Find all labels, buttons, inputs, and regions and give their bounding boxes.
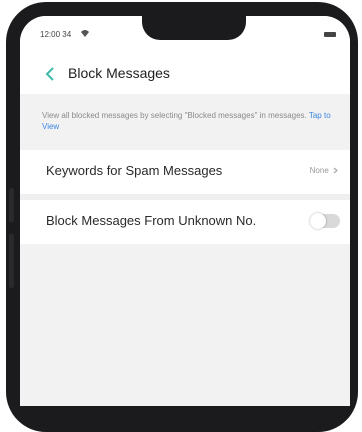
volume-down-button <box>9 234 14 288</box>
info-text: View all blocked messages by selecting "… <box>42 110 340 132</box>
back-arrow-icon[interactable] <box>44 67 56 81</box>
info-block: View all blocked messages by selecting "… <box>20 100 350 150</box>
screen: 12:00 34 Block Messages View all blocked… <box>20 16 350 406</box>
phone-frame: 12:00 34 Block Messages View all blocked… <box>6 2 358 432</box>
header: Block Messages <box>20 52 350 94</box>
battery-icon <box>324 32 336 37</box>
toggle-knob <box>310 213 326 229</box>
chevron-right-icon <box>333 167 338 174</box>
page-title: Block Messages <box>68 65 170 81</box>
keywords-spam-label: Keywords for Spam Messages <box>46 163 223 178</box>
info-description: View all blocked messages by selecting "… <box>42 111 307 120</box>
block-unknown-toggle[interactable] <box>310 213 340 229</box>
block-unknown-row[interactable]: Block Messages From Unknown No. <box>20 200 350 244</box>
status-time: 12:00 34 <box>40 30 72 39</box>
block-unknown-label: Block Messages From Unknown No. <box>46 213 257 228</box>
wifi-icon <box>81 30 89 37</box>
keywords-value-text: None <box>309 166 329 175</box>
keywords-spam-value: None <box>310 166 338 175</box>
keywords-spam-row[interactable]: Keywords for Spam Messages None <box>20 150 350 194</box>
notch <box>142 16 246 40</box>
volume-up-button <box>9 188 14 222</box>
